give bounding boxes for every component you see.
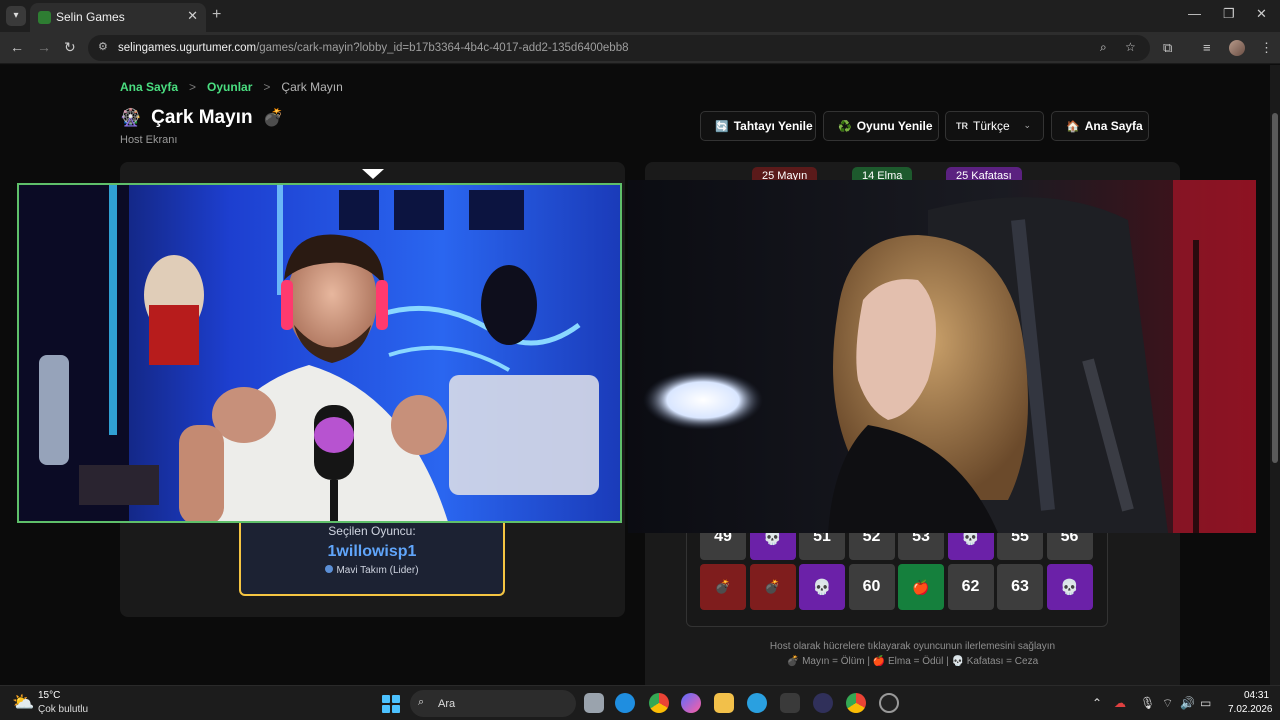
- url-host: selingames.ugurtumer.com: [118, 42, 257, 54]
- search-icon: ⌕: [418, 696, 425, 708]
- telegram-icon[interactable]: [747, 693, 767, 713]
- weather-cloud-sun-icon[interactable]: ⛅: [12, 692, 34, 713]
- wheel-pointer-icon: [362, 169, 384, 179]
- board-cell-skull[interactable]: 💀: [1046, 564, 1093, 610]
- team-label: Mavi Takım (Lider): [336, 565, 419, 576]
- bookmark-star-icon[interactable]: ☆: [1125, 40, 1136, 54]
- breadcrumb-home-link[interactable]: Ana Sayfa: [120, 80, 178, 94]
- legend-text: 💣 Mayın = Ölüm | 🍎 Elma = Ödül | 💀 Kafat…: [786, 656, 1039, 667]
- breadcrumb-current: Çark Mayın: [281, 80, 343, 94]
- language-select[interactable]: TR Türkçe ⌄: [945, 111, 1044, 141]
- browser-toolbar: ← → ↻ ⚙ selingames.ugurtumer.com/games/c…: [0, 32, 1280, 64]
- webcam-overlay-host: [17, 183, 622, 523]
- close-window-button[interactable]: ✕: [1256, 6, 1267, 22]
- app-icon[interactable]: [813, 693, 833, 713]
- breadcrumb: Ana Sayfa > Oyunlar > Çark Mayın: [120, 80, 343, 94]
- obs-icon[interactable]: [879, 693, 899, 713]
- browser-tab-bar: ▾ Selin Games ✕ + — ❐ ✕: [0, 0, 1280, 32]
- minimize-button[interactable]: —: [1188, 6, 1201, 21]
- extensions-icon[interactable]: ⧉: [1163, 40, 1172, 56]
- address-bar[interactable]: ⚙ selingames.ugurtumer.com/games/cark-ma…: [88, 35, 1150, 61]
- new-tab-button[interactable]: +: [212, 6, 221, 24]
- browser-tab[interactable]: Selin Games ✕: [30, 3, 206, 32]
- scrollbar-thumb[interactable]: [1272, 113, 1278, 463]
- tab-search-menu-button[interactable]: ▾: [6, 6, 26, 26]
- tray-overflow-icon[interactable]: ⌃: [1092, 696, 1102, 710]
- language-label: Türkçe: [973, 119, 1010, 133]
- board-cell-mine[interactable]: 💣: [700, 564, 746, 610]
- clock-date[interactable]: 7.02.2026: [1228, 704, 1273, 715]
- house-icon: 🏠: [1066, 120, 1080, 133]
- task-view-icon[interactable]: [584, 693, 604, 713]
- edge-browser-icon[interactable]: [615, 693, 635, 713]
- ferris-wheel-icon: 🎡: [120, 108, 142, 127]
- browser-menu-icon[interactable]: ⋮: [1260, 40, 1273, 56]
- volume-icon[interactable]: 🔊: [1180, 696, 1195, 710]
- zoom-icon[interactable]: ⌕: [1100, 40, 1107, 55]
- team-dot-icon: [325, 565, 334, 573]
- clock-time[interactable]: 04:31: [1244, 690, 1269, 701]
- board-cell-skull[interactable]: 💀: [799, 564, 845, 610]
- board-cell-number[interactable]: 62: [947, 564, 994, 610]
- url-path: /games/cark-mayin?lobby_id=b17b3364-4b4c…: [256, 42, 629, 54]
- selected-player-team: Mavi Takım (Lider): [241, 565, 503, 576]
- windows-start-icon[interactable]: [382, 695, 400, 713]
- tab-close-icon[interactable]: ✕: [187, 8, 198, 24]
- file-explorer-icon[interactable]: [714, 693, 734, 713]
- refresh-game-label: Oyunu Yenile: [856, 119, 933, 133]
- breadcrumb-separator: >: [263, 80, 271, 94]
- selected-player-card: Seçilen Oyuncu: 1willowisp1 Mavi Takım (…: [239, 520, 505, 596]
- weather-description[interactable]: Çok bulutlu: [38, 704, 88, 715]
- webcam-overlay-guest: [628, 180, 1256, 533]
- board-cell-apple[interactable]: 🍎: [898, 564, 944, 610]
- board-cell-mine[interactable]: 💣: [749, 564, 796, 610]
- chrome-icon[interactable]: [649, 693, 669, 713]
- taskbar-search-box[interactable]: ⌕ Ara: [410, 690, 576, 717]
- back-arrow-icon[interactable]: ←: [10, 39, 24, 55]
- chrome-profile-icon[interactable]: [846, 693, 866, 713]
- selected-player-name: 1willowisp1: [327, 543, 417, 560]
- page-title: Çark Mayın: [151, 107, 253, 128]
- home-button-label: Ana Sayfa: [1084, 119, 1143, 133]
- microphone-icon[interactable]: 🎙: [1140, 696, 1155, 710]
- breadcrumb-games-link[interactable]: Oyunlar: [207, 80, 252, 94]
- media-control-icon[interactable]: ≡: [1203, 40, 1211, 55]
- webcam-guest-image: [628, 180, 1256, 533]
- wifi-icon[interactable]: ⌔: [1162, 696, 1173, 711]
- url-text[interactable]: selingames.ugurtumer.com/games/cark-mayi…: [118, 42, 629, 54]
- chevron-down-icon: ⌄: [1023, 120, 1031, 130]
- board-cell-number[interactable]: 60: [848, 564, 895, 610]
- webcam-host-image: [19, 185, 620, 521]
- weather-temperature[interactable]: 15°C: [38, 690, 60, 701]
- terminal-icon[interactable]: [780, 693, 800, 713]
- reload-icon[interactable]: ↻: [64, 39, 76, 56]
- page-title-row: 🎡 Çark Mayın 💣: [120, 107, 284, 129]
- battery-icon[interactable]: ▭: [1200, 696, 1211, 710]
- site-info-icon[interactable]: ⚙: [98, 40, 108, 53]
- home-button[interactable]: 🏠 Ana Sayfa: [1051, 111, 1149, 141]
- host-instruction-text: Host olarak hücrelere tıklayarak oyuncun…: [769, 641, 1056, 652]
- profile-avatar[interactable]: [1229, 40, 1245, 56]
- copilot-icon[interactable]: [681, 693, 701, 713]
- refresh-game-button[interactable]: ♻️ Oyunu Yenile: [823, 111, 939, 141]
- language-code: TR: [956, 121, 968, 131]
- refresh-icon: 🔄: [715, 120, 729, 133]
- page-subtitle: Host Ekranı: [120, 134, 178, 146]
- tray-app-icon[interactable]: ☁: [1114, 696, 1126, 710]
- refresh-board-label: Tahtayı Yenile: [733, 119, 813, 133]
- selected-player-label: Seçilen Oyuncu:: [328, 524, 416, 538]
- taskbar-search-text: Ara: [438, 698, 456, 710]
- breadcrumb-separator: >: [189, 80, 197, 94]
- board-cell-number[interactable]: 63: [997, 564, 1043, 610]
- restore-button[interactable]: ❐: [1223, 6, 1235, 22]
- windows-taskbar: ⛅ 15°C Çok bulutlu ⌕ Ara ⌃ ☁ 🎙 ⌔ 🔊 ▭ 04:…: [0, 685, 1280, 720]
- recycle-icon: ♻️: [838, 120, 852, 133]
- tab-favicon-icon: [38, 11, 51, 24]
- tab-title: Selin Games: [56, 10, 125, 24]
- page-scrollbar[interactable]: [1270, 65, 1280, 685]
- refresh-board-button[interactable]: 🔄 Tahtayı Yenile: [700, 111, 816, 141]
- forward-arrow-icon[interactable]: →: [37, 39, 51, 55]
- bomb-icon: 💣: [262, 108, 284, 127]
